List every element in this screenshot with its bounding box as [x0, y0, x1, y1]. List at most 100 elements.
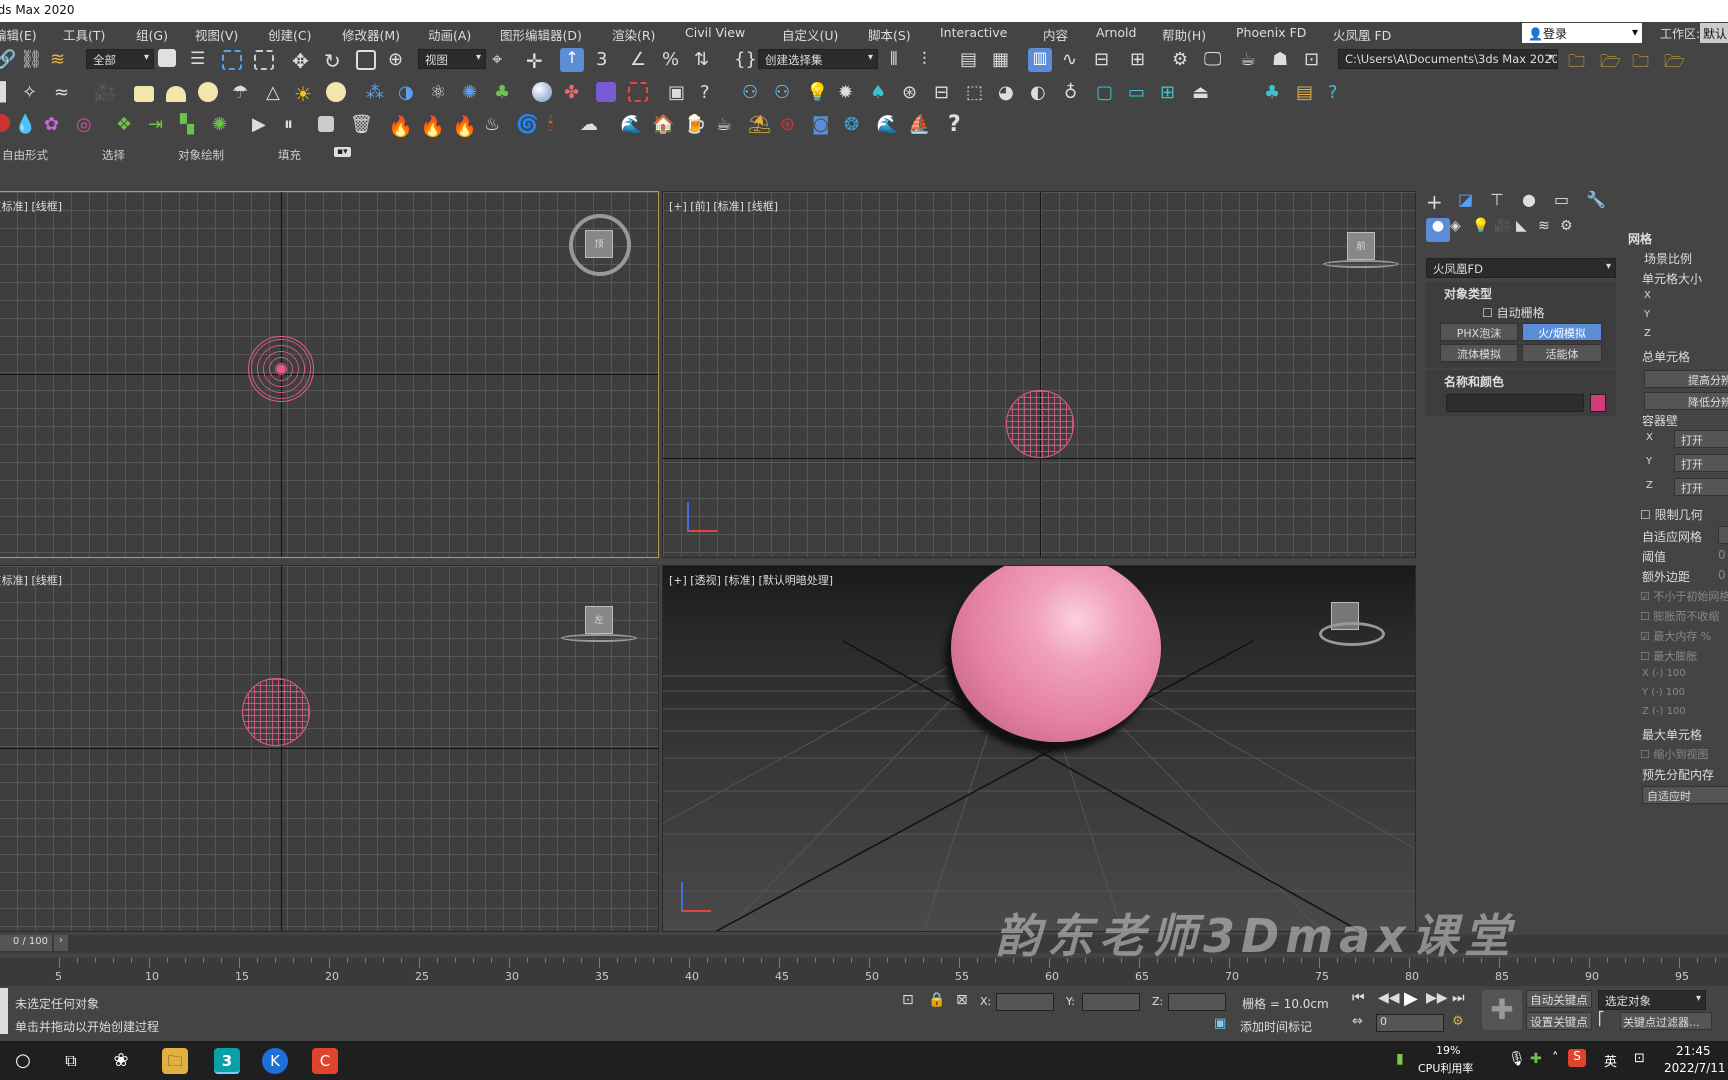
cloud-icon[interactable]: ☁: [580, 114, 604, 138]
vfb-icon[interactable]: ⚇: [742, 82, 766, 106]
threshold-value[interactable]: 0: [1718, 548, 1726, 562]
3dsmax-app-icon[interactable]: 3: [214, 1048, 240, 1074]
phx-arrow-icon[interactable]: ⇥: [148, 114, 172, 138]
menu-interactive[interactable]: Interactive: [940, 25, 1007, 40]
multi-material-icon[interactable]: ✤: [564, 82, 588, 106]
current-frame-field[interactable]: 0: [1376, 1014, 1444, 1032]
rollout-title[interactable]: 对象类型: [1444, 285, 1492, 302]
house-icon[interactable]: 🏠: [652, 114, 676, 138]
project-path-dropdown[interactable]: C:\Users\A\Documents\3ds Max 2020: [1338, 49, 1558, 69]
question-icon[interactable]: ?: [1328, 82, 1352, 106]
ribbon-options-button[interactable]: ▪▾: [334, 147, 351, 157]
render-iterative-icon[interactable]: ☗: [1272, 49, 1296, 73]
motion-tab-icon[interactable]: ●: [1522, 190, 1546, 214]
select-object-icon[interactable]: [158, 49, 176, 67]
rect-selection-icon[interactable]: [222, 50, 242, 70]
display-tab-icon[interactable]: ▭: [1554, 190, 1578, 214]
menu-customize[interactable]: 自定义(U): [782, 25, 838, 44]
menu-content[interactable]: 内容: [1043, 25, 1068, 44]
ribbon-tab-object-paint[interactable]: 对象绘制: [178, 147, 224, 163]
y-expansion-row[interactable]: Y (-) 100: [1642, 687, 1685, 698]
viewport-front[interactable]: 前 [+] [前] [标准] [线框]: [662, 191, 1416, 558]
menu-rendering[interactable]: 渲染(R): [612, 25, 655, 44]
workspace-dropdown[interactable]: 默认: [1700, 23, 1728, 43]
dome-teapot-icon[interactable]: ⏏: [1192, 82, 1216, 106]
project-open-icon[interactable]: 🗀: [1632, 49, 1656, 73]
curve-editor-icon[interactable]: ∿: [1062, 49, 1086, 73]
spacewarps-icon[interactable]: ≋: [1538, 218, 1562, 242]
hierarchy-tab-icon[interactable]: ⊤: [1490, 190, 1514, 214]
viewport-perspective[interactable]: [+] [透视] [标准] [默认明暗处理]: [662, 565, 1416, 932]
viewport-left[interactable]: 左 [+] [左] [标准] [线框]: [0, 565, 659, 932]
object-color-swatch[interactable]: [1590, 394, 1606, 412]
dome-icon[interactable]: [166, 86, 186, 102]
plane-object-icon[interactable]: ⬚: [966, 82, 990, 106]
goto-start-icon[interactable]: ⏮: [1352, 990, 1376, 1014]
beach-icon[interactable]: ⛱: [748, 114, 772, 138]
phx-spiral-icon[interactable]: ◎: [76, 114, 100, 138]
texture-icon[interactable]: [596, 82, 616, 102]
dome-light-icon[interactable]: [326, 82, 346, 102]
menu-group[interactable]: 组(G): [136, 25, 168, 44]
bind-spacewarp-icon[interactable]: ≋: [50, 49, 74, 73]
x-coord-field[interactable]: [996, 993, 1054, 1011]
align-icon[interactable]: ⫶: [922, 49, 946, 73]
link-icon[interactable]: 🔗: [0, 49, 18, 73]
isolate-icon[interactable]: ⊡: [902, 992, 926, 1016]
bulb-outline-icon[interactable]: ♁: [1064, 82, 1088, 106]
viewport-label[interactable]: [+] [前] [标准] [线框]: [669, 198, 778, 214]
k-app-icon[interactable]: K: [262, 1048, 288, 1074]
play-animation-icon[interactable]: ▶: [1404, 988, 1428, 1012]
set-key-big-icon[interactable]: ✚: [1482, 990, 1522, 1030]
reference-coord-dropdown[interactable]: 视图: [418, 49, 486, 69]
phx-tiles-icon[interactable]: ▚: [180, 114, 204, 138]
increase-resolution-button[interactable]: 提高分辨率: [1644, 370, 1728, 388]
auto-key-button[interactable]: 自动关键点: [1526, 990, 1592, 1008]
snaps-toggle-icon[interactable]: 3: [596, 49, 620, 73]
sphere-wireframe[interactable]: [242, 678, 310, 746]
app-swirl-icon[interactable]: ❀: [108, 1048, 134, 1074]
set-key-button[interactable]: 设置关键点: [1526, 1012, 1592, 1030]
sogou-ime-icon[interactable]: S: [1568, 1049, 1586, 1067]
login-dropdown[interactable]: 👤登录 ▾: [1522, 23, 1642, 43]
cone-icon[interactable]: △: [266, 82, 290, 106]
toggle-ribbon-icon[interactable]: ▦: [992, 49, 1016, 73]
fire-smoke-sim-button[interactable]: 火/烟模拟: [1522, 323, 1602, 341]
wave-map-icon[interactable]: 🌊: [876, 114, 900, 138]
pivot-icon[interactable]: ⌖: [492, 49, 516, 73]
coffee-icon[interactable]: ☕: [716, 114, 740, 138]
menu-create[interactable]: 创建(C): [268, 25, 311, 44]
rollout-title[interactable]: 名称和颜色: [1444, 373, 1504, 390]
sphere-wireframe[interactable]: [1006, 390, 1074, 458]
menu-views[interactable]: 视图(V): [195, 25, 238, 44]
key-filters-button[interactable]: 关键点过滤器...: [1620, 1012, 1712, 1030]
viewport-label[interactable]: [+] [顶] [标准] [线框]: [0, 198, 62, 214]
menu-civil-view[interactable]: Civil View: [685, 25, 745, 40]
project-new-icon[interactable]: 🗁: [1600, 49, 1624, 73]
wave-icon[interactable]: ≈: [54, 82, 78, 106]
goto-end-icon[interactable]: ⏭: [1452, 990, 1476, 1014]
camera-icon[interactable]: 🎥: [94, 82, 118, 106]
lights-icon[interactable]: 💡: [1472, 218, 1496, 242]
restrict-geom-checkbox[interactable]: ☐ 限制几何: [1640, 506, 1703, 523]
fire-3-icon[interactable]: 🔥: [452, 114, 477, 138]
viewport-icon[interactable]: ⊞: [1160, 82, 1184, 106]
gear-icon[interactable]: ✺: [462, 82, 486, 106]
clock-time[interactable]: 21:45: [1676, 1044, 1711, 1058]
material-ball-icon[interactable]: [532, 82, 552, 102]
named-selection-dropdown[interactable]: 创建选择集: [758, 49, 878, 69]
menu-graph-editors[interactable]: 图形编辑器(D): [500, 25, 582, 44]
mic-icon[interactable]: 🎙: [1508, 1051, 1526, 1067]
z-coord-field[interactable]: [1168, 993, 1226, 1011]
fire-1-icon[interactable]: 🔥: [388, 114, 413, 138]
fire-2-icon[interactable]: 🔥: [420, 114, 445, 138]
omni-light-icon[interactable]: ✧: [22, 82, 46, 106]
autogrid-checkbox[interactable]: ☐ 自动栅格: [1482, 304, 1545, 321]
edit-named-sel-icon[interactable]: {}: [734, 49, 758, 73]
forest-icon[interactable]: ♣: [1264, 82, 1288, 106]
ribbon-tab-populate[interactable]: 填充: [278, 147, 301, 163]
security-icon[interactable]: ✚: [1530, 1051, 1542, 1067]
adaptive-grid-dropdown[interactable]: 关: [1718, 526, 1728, 544]
ime-indicator[interactable]: 英: [1604, 1051, 1617, 1070]
daylight-icon[interactable]: ☀: [294, 82, 318, 106]
